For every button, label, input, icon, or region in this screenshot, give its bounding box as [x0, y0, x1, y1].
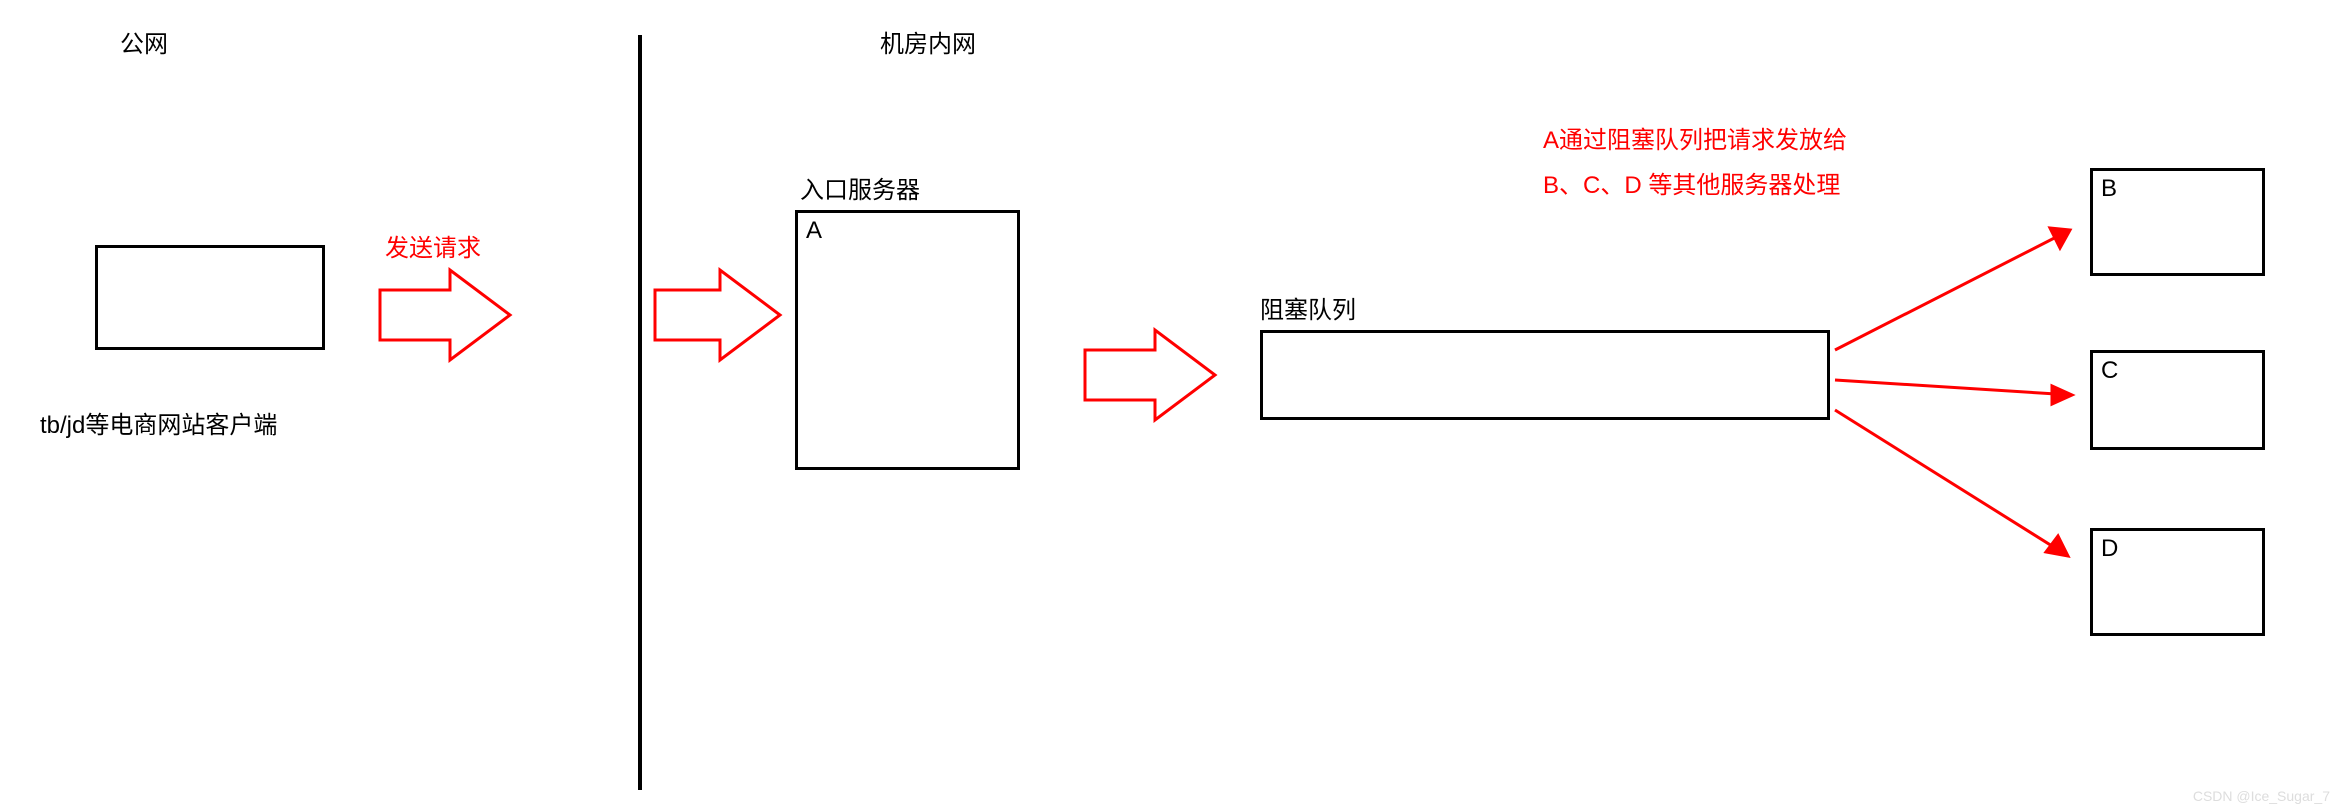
server-d-box: D	[2090, 528, 2265, 636]
watermark: CSDN @Ice_Sugar_7	[2193, 788, 2330, 804]
server-b-label: B	[2101, 175, 2117, 203]
server-c-label: C	[2101, 357, 2118, 385]
server-d-label: D	[2101, 535, 2118, 563]
arrow-block-1	[380, 270, 510, 360]
arrow-to-d	[1835, 410, 2068, 556]
blocking-queue-box	[1260, 330, 1830, 420]
arrow-to-b	[1835, 230, 2070, 350]
label-intranet: 机房内网	[880, 24, 976, 59]
client-box	[95, 245, 325, 350]
label-blocking-queue: 阻塞队列	[1260, 290, 1356, 325]
label-send-request: 发送请求	[385, 228, 481, 263]
label-public-net: 公网	[120, 24, 168, 59]
server-a-label: A	[806, 217, 822, 245]
label-distribute-2: B、C、D 等其他服务器处理	[1543, 165, 1840, 200]
arrowhead-d	[2046, 536, 2068, 556]
server-c-box: C	[2090, 350, 2265, 450]
arrow-block-2	[655, 270, 780, 360]
label-distribute-1: A通过阻塞队列把请求发放给	[1543, 120, 1847, 155]
arrowhead-c	[2052, 386, 2072, 404]
server-b-box: B	[2090, 168, 2265, 276]
arrow-to-c	[1835, 380, 2072, 395]
arrowhead-b	[2050, 228, 2070, 248]
arrow-block-3	[1085, 330, 1215, 420]
label-entry-server: 入口服务器	[800, 170, 920, 205]
diagram-overlay	[0, 0, 2338, 810]
client-caption: tb/jd等电商网站客户端	[40, 405, 277, 440]
server-a-box: A	[795, 210, 1020, 470]
